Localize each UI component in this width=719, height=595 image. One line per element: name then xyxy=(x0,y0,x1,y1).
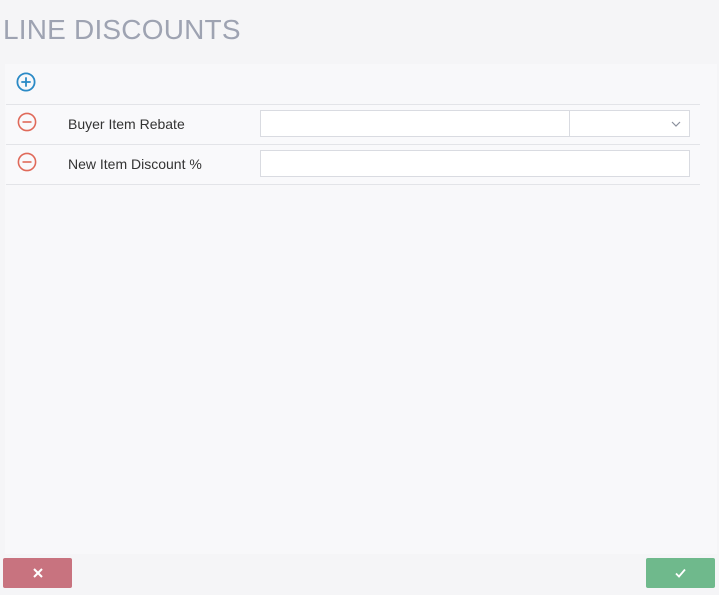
line-discounts-dialog: LINE DISCOUNTS Buyer Item Rebate New Ite… xyxy=(0,0,719,595)
new-item-discount-field[interactable] xyxy=(260,150,690,177)
row-label: New Item Discount % xyxy=(68,156,202,172)
confirm-button[interactable] xyxy=(646,558,715,588)
discount-row-new-item-discount: New Item Discount % xyxy=(6,144,700,185)
plus-circle-icon xyxy=(16,72,36,92)
add-discount-button[interactable] xyxy=(16,72,36,92)
discount-list-panel: Buyer Item Rebate New Item Discount % xyxy=(5,64,717,554)
discount-row-buyer-item-rebate: Buyer Item Rebate xyxy=(6,104,700,144)
buyer-item-rebate-field[interactable] xyxy=(260,110,570,137)
new-item-discount-input[interactable] xyxy=(261,151,689,176)
check-icon xyxy=(675,568,686,578)
minus-circle-icon xyxy=(17,152,37,172)
page-title: LINE DISCOUNTS xyxy=(3,14,241,45)
remove-row-button[interactable] xyxy=(17,152,37,172)
row-label: Buyer Item Rebate xyxy=(68,116,185,132)
discount-rows: Buyer Item Rebate New Item Discount % xyxy=(6,104,700,185)
minus-circle-icon xyxy=(17,112,37,132)
cancel-button[interactable] xyxy=(3,558,72,588)
buyer-item-rebate-input[interactable] xyxy=(261,111,569,136)
close-icon xyxy=(32,568,43,578)
chevron-down-icon xyxy=(671,121,681,127)
buyer-item-rebate-select[interactable] xyxy=(569,110,690,137)
remove-row-button[interactable] xyxy=(17,112,37,132)
